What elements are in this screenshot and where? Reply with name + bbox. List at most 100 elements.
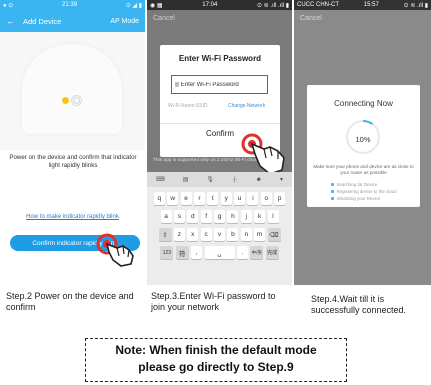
status-icons-left: ● ⊙ — [3, 2, 14, 9]
key[interactable]: s — [173, 210, 185, 223]
step-dot-icon — [331, 183, 334, 186]
ap-mode-button[interactable]: AP Mode — [110, 18, 139, 25]
key[interactable]: y — [220, 192, 232, 205]
back-arrow-icon[interactable]: ← — [6, 16, 15, 26]
lock-icon — [175, 82, 179, 87]
button-inner-ring-icon — [73, 97, 80, 104]
shift-key[interactable]: ⇧ — [158, 228, 172, 241]
wifi-password-screen: ◉ ▦ 17:04 ⊙ ≋ .ıll .ıll ▮ Cancel Enter W… — [147, 0, 292, 285]
key[interactable]: l — [267, 210, 279, 223]
period-key[interactable]: . — [236, 246, 248, 259]
status-icons-right: ⊙ ≋ .ıll ▮ — [403, 2, 428, 9]
comma-key[interactable]: , — [191, 246, 203, 259]
key[interactable]: p — [274, 192, 286, 205]
change-network-link[interactable]: Change Network — [228, 103, 265, 109]
key[interactable]: b — [227, 228, 239, 241]
status-time: 17:04 — [202, 2, 218, 8]
connecting-screen: CUCC CHN-CT 15:57 ⊙ ≋ .ıll ▮ Cancel Conn… — [294, 0, 431, 285]
collapse-keyboard-icon[interactable]: ▾ — [280, 176, 283, 183]
caption-step2: Step.2 Power on the device and confirm — [6, 291, 134, 313]
key[interactable]: v — [214, 228, 225, 241]
numbers-key[interactable]: 123 — [160, 246, 174, 259]
status-bar: CUCC CHN-CT 15:57 ⊙ ≋ .ıll ▮ — [294, 0, 431, 10]
step-item: Initializing your Device — [331, 196, 380, 201]
status-time: 21:39 — [62, 2, 78, 8]
key[interactable]: i — [247, 192, 259, 205]
wifi-password-input[interactable] — [180, 81, 267, 88]
key[interactable]: r — [193, 192, 205, 205]
status-bar: ◉ ▦ 17:04 ⊙ ≋ .ıll .ıll ▮ — [147, 0, 292, 10]
keyboard-row-3: ⇧ z x c v b n m ⌫ — [147, 228, 292, 241]
key[interactable]: t — [207, 192, 219, 205]
device-illustration — [22, 44, 122, 134]
network-name: Wi-Fi Name:SSID — [168, 103, 208, 109]
key[interactable]: f — [200, 210, 212, 223]
page-title: Add Device — [23, 16, 62, 26]
symbols-key[interactable]: 符 — [175, 246, 189, 259]
status-icons-right: ⊙ ≋ .ıll .ıll ▮ — [256, 2, 289, 9]
add-device-screen: ● ⊙ 21:39 ⊙ ◢ ▮ ← Add Device AP Mode Pow… — [0, 0, 145, 285]
status-bar: ● ⊙ 21:39 ⊙ ◢ ▮ — [0, 0, 145, 10]
caption-step3: Step.3.Enter Wi-Fi password to join your… — [151, 291, 276, 313]
keyboard-row-1: q w e r t y u i o p — [147, 192, 292, 205]
key[interactable]: k — [254, 210, 266, 223]
instruction-text: Power on the device and confirm that ind… — [9, 154, 137, 170]
key[interactable]: a — [160, 210, 172, 223]
step-label: Searching for Device — [336, 182, 378, 187]
keyboard-row-4: 123 符 , ␣ . 中/英 完成 — [147, 246, 292, 259]
key[interactable]: d — [187, 210, 199, 223]
step-item: Searching for Device — [331, 182, 377, 187]
tap-hand-icon — [96, 233, 134, 267]
microphone-icon[interactable]: 🎙 — [206, 176, 214, 183]
keyboard-toolbar: ⌨ ▤ 🎙 ·|· ☻ ▾ — [147, 172, 292, 187]
status-time: 15:57 — [363, 2, 379, 8]
key[interactable]: m — [254, 228, 266, 241]
cancel-link[interactable]: Cancel — [153, 15, 175, 22]
dialog-title: Connecting Now — [334, 99, 393, 108]
step-item: Registering device to the cloud — [331, 189, 397, 194]
password-field-highlight — [171, 75, 268, 94]
key[interactable]: w — [167, 192, 179, 205]
emoji-icon[interactable]: ☻ — [256, 177, 262, 183]
space-key[interactable]: ␣ — [204, 246, 235, 259]
language-key[interactable]: 中/英 — [250, 246, 264, 259]
key[interactable]: c — [200, 228, 212, 241]
step-label: Initializing your Device — [336, 196, 381, 201]
keyboard-row-2: a s d f g h j k l — [147, 210, 292, 223]
help-link[interactable]: How to make indicator rapidly blink — [10, 214, 135, 220]
key[interactable]: g — [214, 210, 225, 223]
status-carrier: CUCC CHN-CT — [297, 2, 339, 8]
key[interactable]: h — [227, 210, 239, 223]
dialog-title: Enter Wi-Fi Password — [178, 54, 262, 63]
tutorial-screenshot: ● ⊙ 21:39 ⊙ ◢ ▮ ← Add Device AP Mode Pow… — [0, 0, 431, 385]
done-key[interactable]: 完成 — [265, 246, 279, 259]
connecting-dialog: Connecting Now 10% Make sure your phone … — [307, 85, 420, 207]
note-line-2: please go directly to Step.9 — [138, 360, 294, 375]
key[interactable]: o — [260, 192, 272, 205]
cursor-icon[interactable]: ·|· — [232, 177, 238, 183]
key[interactable]: e — [180, 192, 192, 205]
note-box: Note: When finish the default mode pleas… — [85, 338, 347, 382]
key[interactable]: j — [240, 210, 252, 223]
app-bar: ← Add Device AP Mode — [0, 10, 145, 32]
status-icons-right: ⊙ ◢ ▮ — [125, 2, 142, 9]
cancel-link[interactable]: Cancel — [300, 15, 322, 22]
proximity-hint: Make sure your phone and device are as c… — [313, 164, 414, 175]
keyboard-toolbar-icon[interactable]: ▤ — [183, 176, 189, 183]
tap-hand-icon — [241, 133, 285, 175]
keyboard-toolbar-icon[interactable]: ⌨ — [156, 176, 165, 183]
status-icons-left: ◉ ▦ — [150, 2, 163, 9]
indicator-light-icon — [62, 97, 69, 104]
soft-keyboard: ⌨ ▤ 🎙 ·|· ☻ ▾ q w e r t y u i o p a s d … — [147, 172, 292, 285]
key[interactable]: z — [173, 228, 185, 241]
key[interactable]: n — [240, 228, 252, 241]
backspace-key[interactable]: ⌫ — [267, 228, 281, 241]
caption-step4: Step.4.Wait till it is successfully conn… — [311, 294, 407, 316]
step-dot-icon — [331, 197, 334, 200]
key[interactable]: q — [153, 192, 165, 205]
key[interactable]: x — [187, 228, 199, 241]
key[interactable]: u — [234, 192, 246, 205]
note-line-1: Note: When finish the default mode — [115, 343, 317, 357]
step-dot-icon — [331, 190, 334, 193]
progress-percent: 10% — [355, 135, 371, 144]
